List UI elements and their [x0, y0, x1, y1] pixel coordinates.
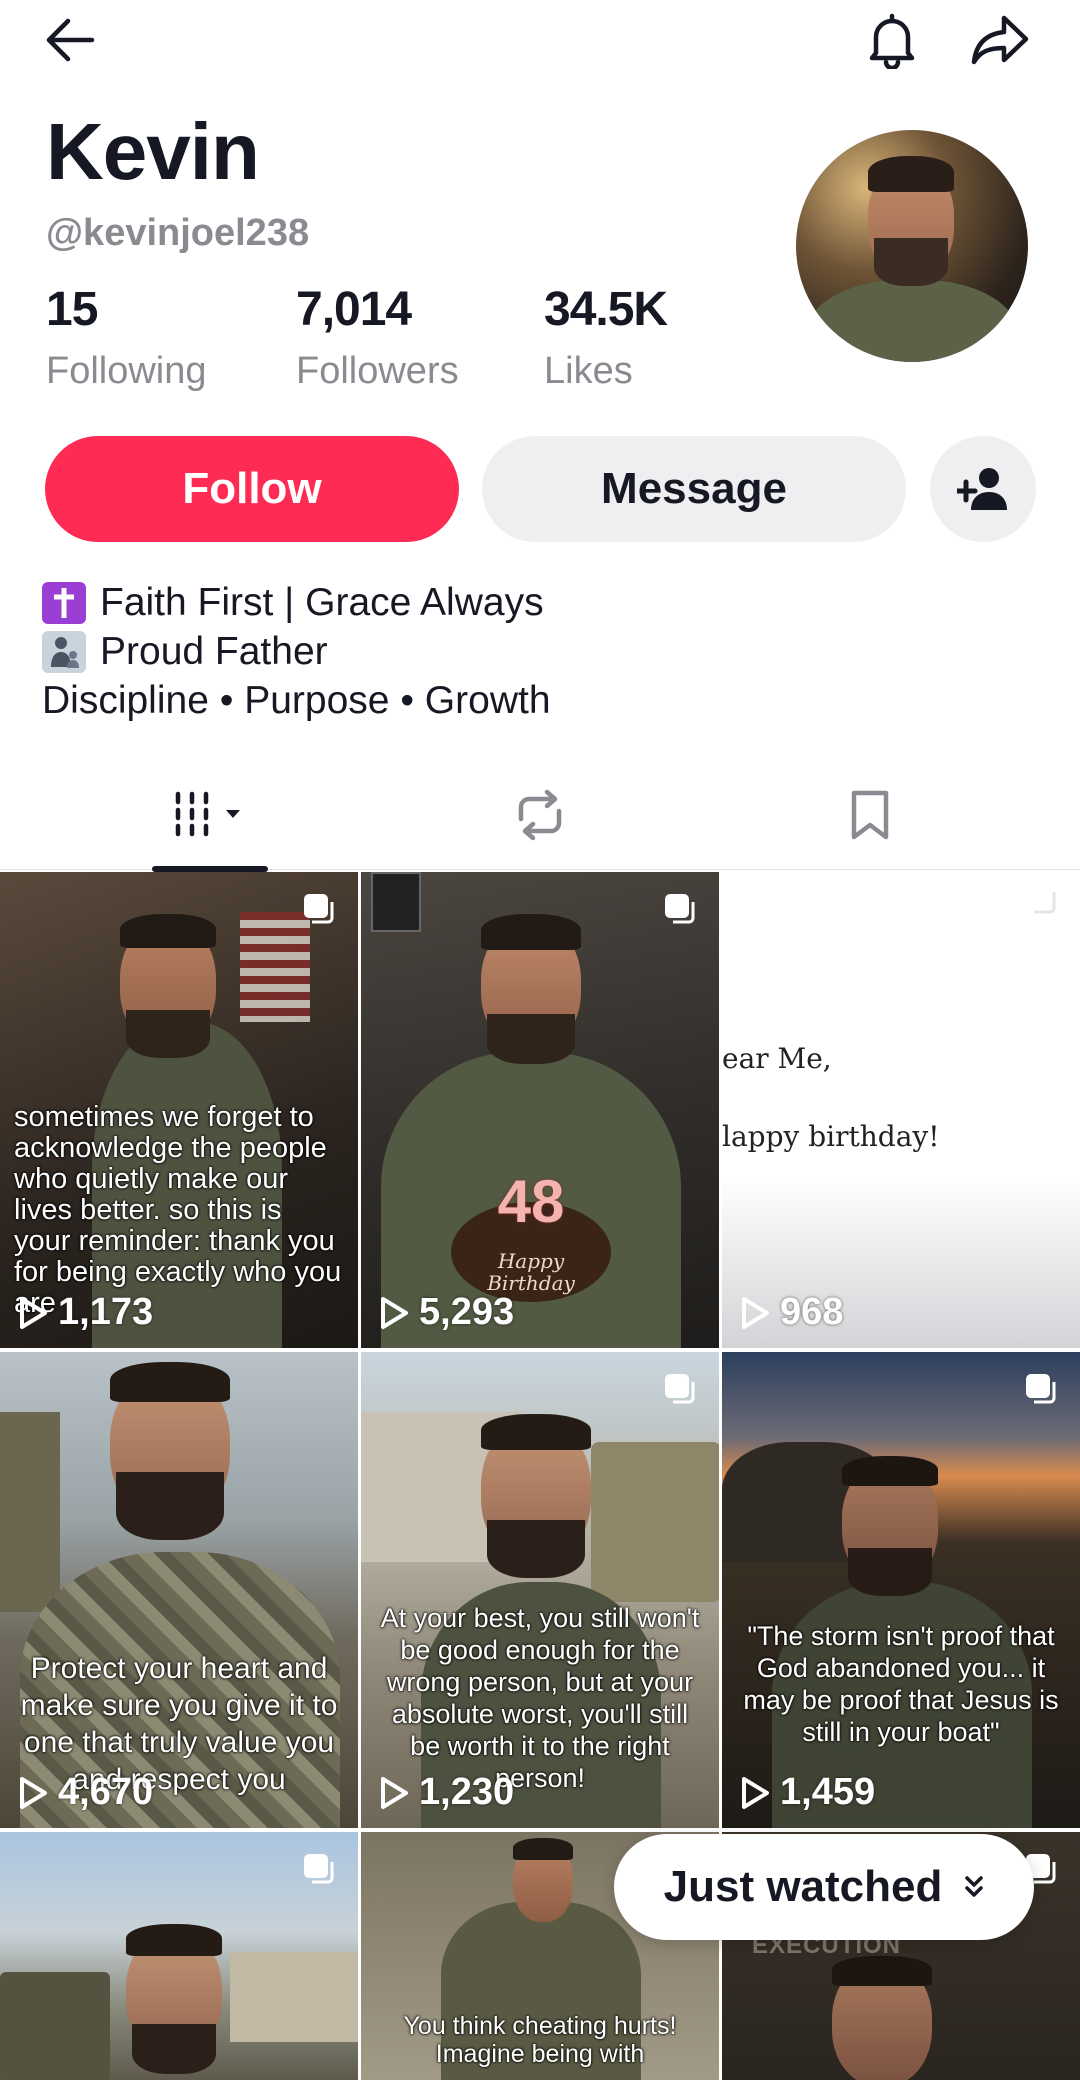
play-icon [20, 1776, 47, 1809]
just-watched-label: Just watched [663, 1862, 943, 1911]
view-count: 968 [740, 1291, 843, 1334]
bookmark-icon [851, 790, 889, 840]
double-chevron-down-icon [965, 1876, 984, 1897]
view-count: 1,173 [18, 1291, 153, 1334]
stat-label: Followers [296, 350, 459, 392]
tab-saved[interactable] [810, 760, 930, 870]
view-count: 4,670 [18, 1771, 153, 1814]
video-thumbnail[interactable]: At your best, you still won't be good en… [361, 1352, 719, 1828]
stat-label: Following [46, 350, 207, 392]
following-stat[interactable]: 15 Following [46, 286, 207, 393]
view-count: 5,293 [379, 1291, 514, 1334]
message-button[interactable]: Message [482, 436, 906, 542]
multi-image-icon [304, 1854, 334, 1884]
back-arrow-icon[interactable] [38, 8, 102, 72]
avatar[interactable] [796, 130, 1028, 362]
profile-handle: @kevinjoel238 [46, 212, 310, 254]
multi-image-icon [1026, 1374, 1056, 1404]
follow-button[interactable]: Follow [45, 436, 459, 542]
cross-icon [42, 581, 86, 624]
stat-value: 15 [46, 283, 98, 336]
stat-label: Likes [544, 350, 633, 392]
view-count-text: 968 [780, 1291, 844, 1333]
play-icon [381, 1296, 408, 1329]
play-icon [20, 1296, 47, 1329]
video-caption: You think cheating hurts! Imagine being … [403, 2012, 677, 2068]
video-thumbnail[interactable]: ear Me, lappy birthday! 968 [722, 872, 1080, 1348]
video-thumbnail[interactable]: "The storm isn't proof that God abandone… [722, 1352, 1080, 1828]
video-thumbnail[interactable]: sometimes we forget to acknowledge the p… [0, 872, 358, 1348]
letter-text: ear Me, [722, 1042, 832, 1075]
profile-tabs [0, 760, 1080, 872]
view-count-text: 1,459 [780, 1771, 876, 1813]
view-count: 1,459 [740, 1771, 875, 1814]
video-thumbnail[interactable]: Protect your heart and make sure you giv… [0, 1352, 358, 1828]
letter-text: lappy birthday! [722, 1120, 940, 1153]
bio-line: Proud Father [100, 629, 328, 673]
profile-name: Kevin [46, 107, 260, 196]
view-count-text: 1,230 [419, 1771, 515, 1813]
video-thumbnail[interactable] [0, 1832, 358, 2080]
multi-image-icon [304, 894, 334, 924]
view-count-text: 5,293 [419, 1291, 515, 1333]
notification-bell-icon[interactable] [860, 8, 924, 72]
cake-number: 48 [497, 1168, 565, 1235]
profile-bio: Faith First | Grace Always Proud Father … [42, 578, 551, 725]
bio-line: Faith First | Grace Always [100, 580, 544, 624]
stat-value: 34.5K [544, 283, 668, 336]
view-count-text: 1,173 [58, 1291, 154, 1333]
play-icon [381, 1776, 408, 1809]
add-user-icon [957, 468, 1007, 510]
likes-stat[interactable]: 34.5K Likes [544, 283, 668, 393]
add-friend-button[interactable] [930, 436, 1036, 542]
tab-videos[interactable] [150, 760, 270, 872]
video-thumbnail[interactable]: 48 Happy Birthday 5,293 [361, 872, 719, 1348]
repost-icon [518, 789, 562, 841]
play-icon [742, 1776, 769, 1809]
stat-value: 7,014 [296, 283, 412, 336]
play-icon [742, 1296, 769, 1329]
video-caption: At your best, you still won't be good en… [380, 1603, 700, 1793]
view-count: 1,230 [379, 1771, 514, 1814]
tab-reposts[interactable] [480, 760, 600, 870]
share-icon[interactable] [968, 8, 1032, 72]
video-caption: "The storm isn't proof that God abandone… [743, 1621, 1059, 1747]
video-caption: sometimes we forget to acknowledge the p… [14, 1101, 342, 1319]
multi-image-icon [1034, 892, 1056, 914]
multi-image-icon [665, 1374, 695, 1404]
just-watched-button[interactable]: Just watched [614, 1834, 1034, 1940]
top-bar [0, 0, 1080, 80]
bio-line: Discipline • Purpose • Growth [42, 678, 551, 722]
videos-grid-icon [175, 791, 240, 837]
view-count-text: 4,670 [58, 1771, 154, 1813]
followers-stat[interactable]: 7,014 Followers [296, 286, 459, 393]
multi-image-icon [665, 894, 695, 924]
cake-text: Happy Birthday [487, 1249, 575, 1295]
father-child-icon [42, 630, 86, 673]
